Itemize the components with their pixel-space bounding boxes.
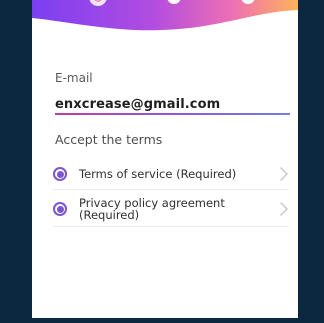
chevron-right-icon[interactable] bbox=[279, 202, 289, 216]
radio-selected-icon[interactable] bbox=[53, 167, 67, 181]
privacy-policy-row[interactable]: Privacy policy agreement (Required) bbox=[53, 192, 289, 226]
chevron-right-icon[interactable] bbox=[279, 167, 289, 181]
privacy-policy-label-line2: (Required) bbox=[79, 208, 140, 222]
email-field-underline bbox=[55, 113, 290, 115]
signup-screen: E-mail enxcrease@gmail.com Accept the te… bbox=[32, 0, 298, 318]
row-divider bbox=[53, 226, 289, 227]
row-divider bbox=[53, 189, 289, 190]
radio-dot bbox=[56, 205, 64, 213]
radio-selected-icon[interactable] bbox=[53, 202, 67, 216]
terms-heading: Accept the terms bbox=[55, 132, 163, 147]
terms-of-service-row[interactable]: Terms of service (Required) bbox=[53, 160, 289, 188]
terms-of-service-label: Terms of service (Required) bbox=[79, 166, 237, 181]
email-field[interactable]: enxcrease@gmail.com bbox=[55, 97, 290, 112]
radio-dot bbox=[56, 170, 64, 178]
privacy-policy-label: Privacy policy agreement (Required) bbox=[79, 196, 259, 222]
header-gradient-art bbox=[32, 0, 298, 31]
email-label: E-mail bbox=[55, 71, 93, 85]
